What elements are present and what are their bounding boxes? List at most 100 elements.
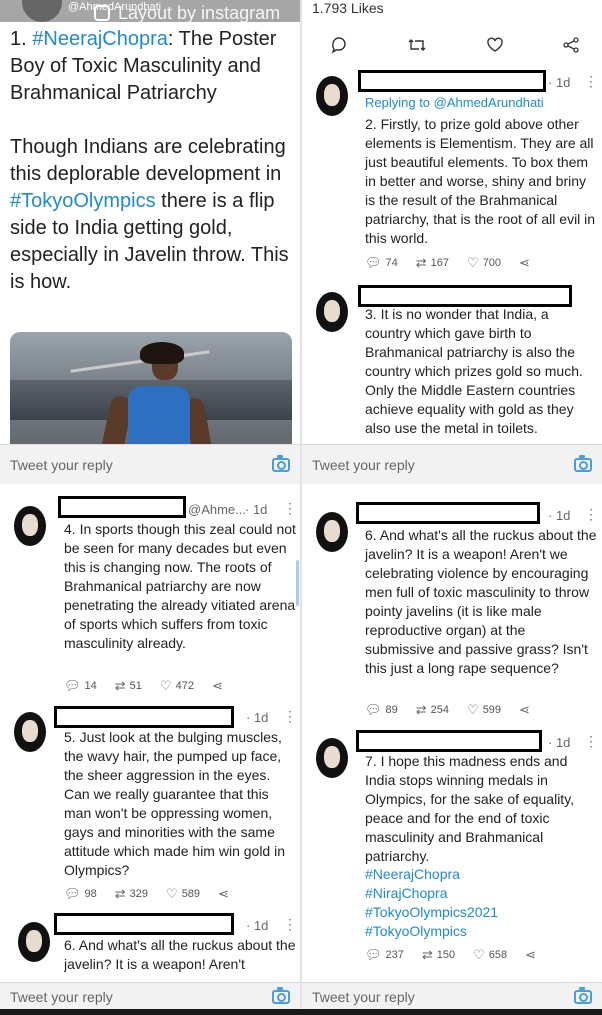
share-button[interactable]: ⋖ xyxy=(212,678,223,694)
share-icon[interactable] xyxy=(562,36,580,54)
hashtag-link[interactable]: #NirajChopra xyxy=(365,884,597,903)
more-options-icon[interactable]: ⋮ xyxy=(283,500,297,517)
hashtag-link[interactable]: #TokyoOlympics2021 xyxy=(365,903,597,922)
column-divider xyxy=(300,0,302,1015)
more-options-icon[interactable]: ⋮ xyxy=(283,916,297,933)
heart-icon: ♡ xyxy=(467,255,479,270)
tweet-stats: 💬︎ 237 ⇄ 150 ♡ 658 ⋖ xyxy=(365,947,548,963)
camera-icon[interactable] xyxy=(574,454,592,472)
comment-icon[interactable] xyxy=(330,36,348,54)
heart-icon: ♡ xyxy=(166,886,178,901)
redacted-username xyxy=(356,730,542,752)
avatar[interactable] xyxy=(14,506,46,546)
hashtag-link[interactable]: #TokyoOlympics xyxy=(365,922,597,941)
like-count-value: 599 xyxy=(482,704,502,716)
avatar[interactable] xyxy=(316,292,348,332)
share-button[interactable]: ⋖ xyxy=(519,702,530,718)
reply-input[interactable]: Tweet your reply xyxy=(312,989,415,1005)
tweet-paragraph-text: Though Indians are celebrating this depl… xyxy=(10,136,286,185)
tweet-text: 3. It is no wonder that India, a country… xyxy=(365,306,583,436)
share-icon: ⋖ xyxy=(519,702,530,717)
hashtag-link[interactable]: #NeerajChopra xyxy=(32,28,168,50)
reply-count[interactable]: 💬︎ 14 xyxy=(64,678,97,694)
camera-icon[interactable] xyxy=(574,986,592,1004)
scroll-indicator[interactable] xyxy=(296,560,299,606)
tweet-text: 7. I hope this madness ends and India st… xyxy=(365,753,575,864)
like-count[interactable]: ♡ 589 xyxy=(166,886,200,902)
share-button[interactable]: ⋖ xyxy=(218,886,229,902)
tweet-number: 1. xyxy=(10,28,33,50)
hashtag-link[interactable]: #TokyoOlympics xyxy=(10,190,156,212)
instagram-watermark: Layout by instagram xyxy=(94,3,280,24)
tweet-text: 6. And what's all the ruckus about the j… xyxy=(365,527,597,676)
tweet-text: 5. Just look at the bulging muscles, the… xyxy=(64,729,286,878)
avatar[interactable] xyxy=(316,738,348,778)
avatar[interactable] xyxy=(18,922,50,962)
like-count[interactable]: ♡ 472 xyxy=(160,678,194,694)
retweet-icon: ⇄ xyxy=(114,678,126,693)
tweet-stats: 💬︎ 14 ⇄ 51 ♡ 472 ⋖ xyxy=(64,678,235,694)
like-count[interactable]: ♡ 599 xyxy=(467,702,501,718)
reply-input[interactable]: Tweet your reply xyxy=(312,457,415,473)
tweet-time: · 1d xyxy=(245,502,268,517)
share-button[interactable]: ⋖ xyxy=(519,255,530,271)
tweet-time: · 1d xyxy=(246,918,269,933)
hashtag-link[interactable]: #NeerajChopra xyxy=(365,865,597,884)
reply-count-value: 89 xyxy=(385,704,398,716)
reply-input[interactable]: Tweet your reply xyxy=(10,989,113,1005)
tweet-text: 2. Firstly, to prize gold above other el… xyxy=(365,116,596,246)
replying-to-link[interactable]: Replying to @AhmedArundhati xyxy=(365,95,544,110)
retweet-count-value: 167 xyxy=(430,257,450,269)
reply-count[interactable]: 💬︎ 98 xyxy=(64,886,97,902)
heart-icon: ♡ xyxy=(467,702,479,717)
retweet-count-value: 51 xyxy=(129,680,142,692)
avatar[interactable] xyxy=(22,0,62,22)
retweet-count[interactable]: ⇄ 150 xyxy=(422,947,455,963)
like-count[interactable]: ♡ 700 xyxy=(467,255,501,271)
redacted-username xyxy=(358,70,546,92)
reply-count[interactable]: 💬︎ 74 xyxy=(365,255,398,271)
reply-count-value: 237 xyxy=(385,949,404,961)
bottom-edge xyxy=(0,1009,602,1015)
share-icon: ⋖ xyxy=(211,678,223,693)
more-options-icon[interactable]: ⋮ xyxy=(584,733,598,750)
tweet-stats: 💬︎ 98 ⇄ 329 ♡ 589 ⋖ xyxy=(64,886,241,902)
heart-icon[interactable] xyxy=(486,36,504,54)
reply-bar[interactable]: Tweet your reply xyxy=(0,444,300,484)
layout-icon xyxy=(94,5,110,21)
reply-bar[interactable]: Tweet your reply xyxy=(0,982,300,1010)
tweet-action-bar xyxy=(330,36,580,54)
camera-icon[interactable] xyxy=(272,986,290,1004)
tweet-time: · 1d xyxy=(548,508,571,523)
retweet-count[interactable]: ⇄ 51 xyxy=(115,678,142,694)
retweet-count[interactable]: ⇄ 329 xyxy=(115,886,148,902)
retweet-count[interactable]: ⇄ 167 xyxy=(416,255,449,271)
retweet-icon[interactable] xyxy=(406,36,428,54)
share-button[interactable]: ⋖ xyxy=(525,947,536,963)
like-count[interactable]: ♡ 658 xyxy=(473,947,507,963)
avatar[interactable] xyxy=(14,712,46,752)
reply-bar[interactable]: Tweet your reply xyxy=(302,444,602,484)
reply-count[interactable]: 💬︎ 89 xyxy=(365,702,398,718)
more-options-icon[interactable]: ⋮ xyxy=(283,708,297,725)
tweet-stats: 💬︎ 74 ⇄ 167 ♡ 700 ⋖ xyxy=(365,255,542,271)
reply-count[interactable]: 💬︎ 237 xyxy=(365,947,404,963)
avatar[interactable] xyxy=(316,512,348,552)
tweet-time: · 1d xyxy=(548,75,571,90)
retweet-icon: ⇄ xyxy=(415,255,427,270)
reply-input[interactable]: Tweet your reply xyxy=(10,457,113,473)
camera-icon[interactable] xyxy=(272,454,290,472)
reply-bar[interactable]: Tweet your reply xyxy=(302,982,602,1010)
share-icon: ⋖ xyxy=(218,886,229,901)
retweet-count-value: 150 xyxy=(436,949,456,961)
share-icon: ⋖ xyxy=(525,947,537,962)
tweet-handle: @Ahme... xyxy=(188,502,246,517)
athlete-photo[interactable] xyxy=(10,332,292,446)
more-options-icon[interactable]: ⋮ xyxy=(584,506,598,523)
like-count-value: 472 xyxy=(175,680,194,692)
retweet-count[interactable]: ⇄ 254 xyxy=(416,702,449,718)
reply-count-value: 74 xyxy=(385,257,398,269)
avatar[interactable] xyxy=(316,76,348,116)
more-options-icon[interactable]: ⋮ xyxy=(584,73,598,90)
heart-icon: ♡ xyxy=(159,678,172,693)
